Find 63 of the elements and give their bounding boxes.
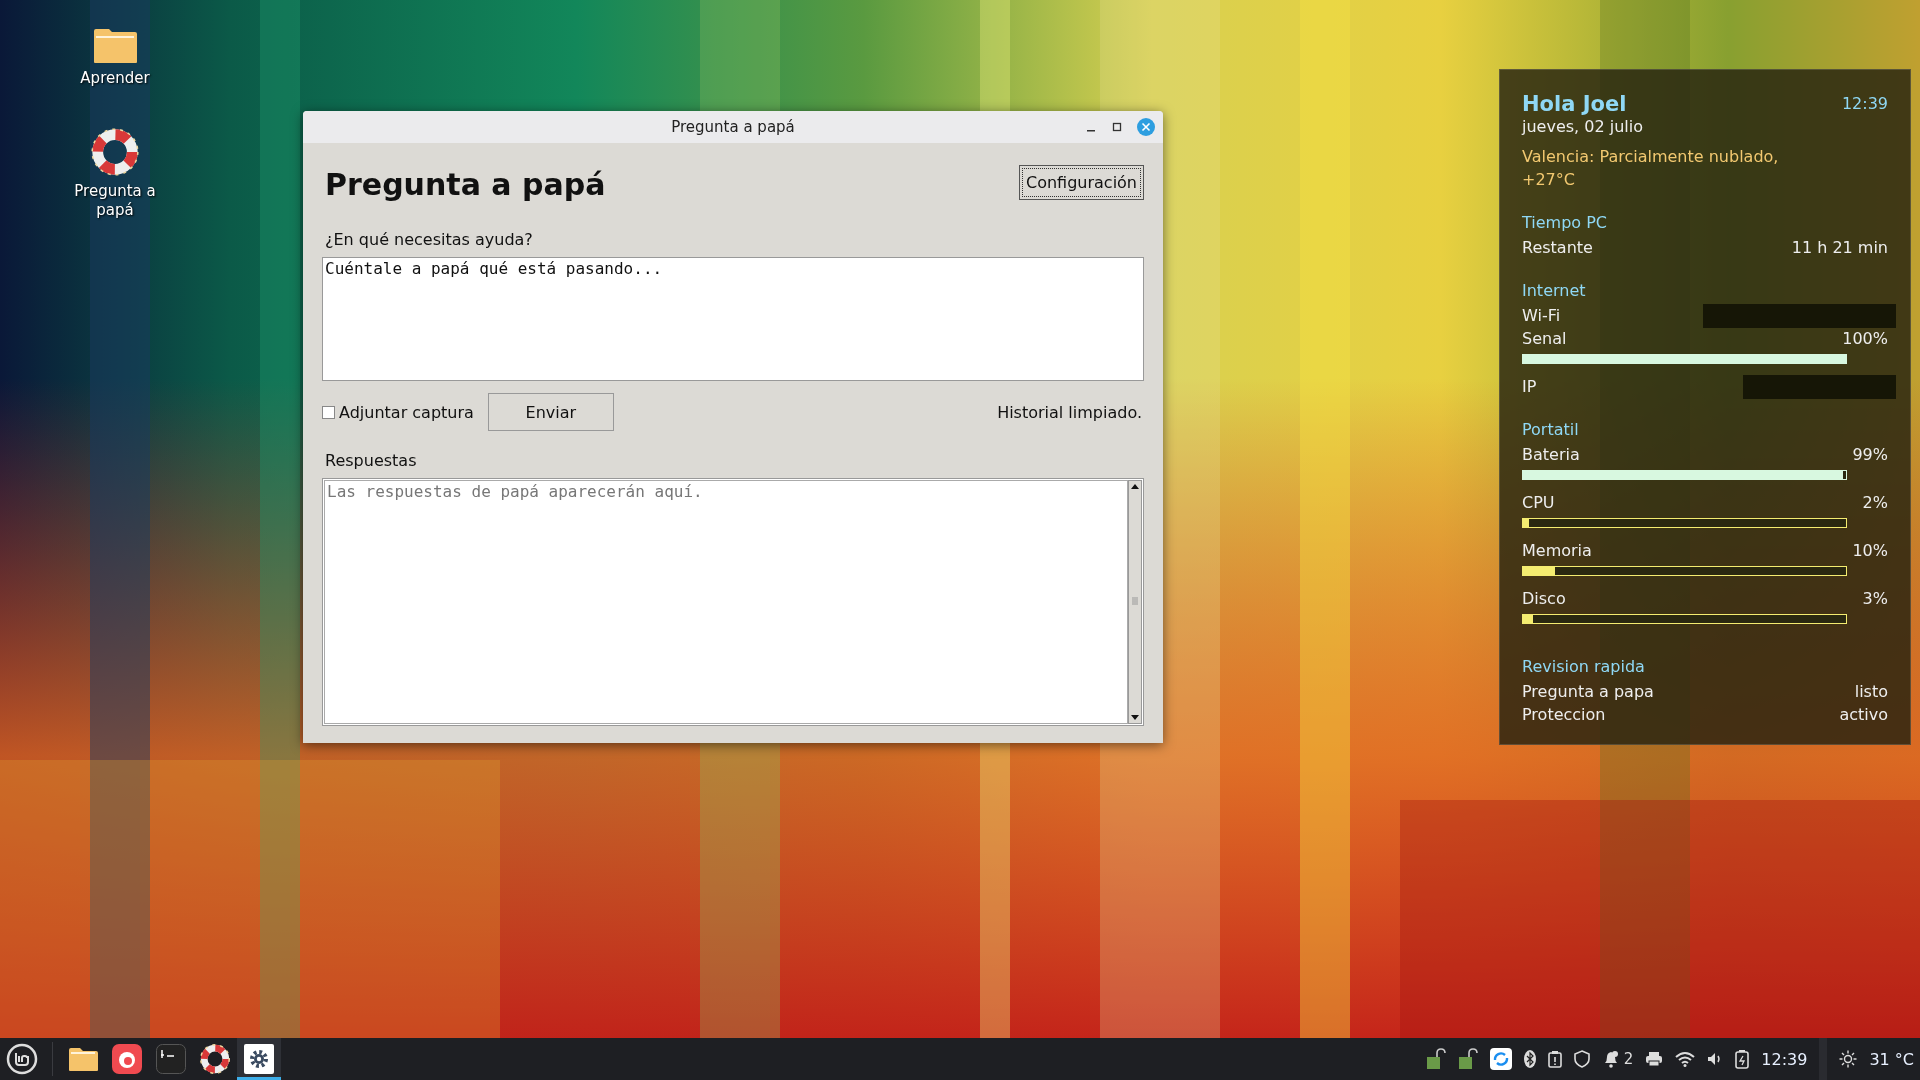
wifi-icon[interactable] [1675,1051,1696,1067]
stat-value: 3% [1862,589,1888,608]
app-heading: Pregunta a papá [325,167,606,202]
icon-label[interactable]: Aprender [65,69,165,88]
close-icon[interactable] [1137,118,1155,136]
answers-field[interactable]: Las respuestas de papá aparecerán aquí. [324,480,1128,724]
window-title: Pregunta a papá [671,118,795,136]
stat-label: Wi-Fi [1522,306,1561,325]
stat-value: 11 h 21 min [1791,238,1888,257]
taskbar-button[interactable] [237,1038,281,1080]
clock-text[interactable]: 12:39 [1761,1049,1808,1069]
field-label: Respuestas [325,451,418,470]
bluetooth-icon[interactable] [1523,1050,1536,1068]
stat-label: CPU [1522,493,1555,512]
scrollbar[interactable] [1128,480,1142,724]
menu-icon[interactable] [6,1043,38,1075]
section-title: Portatil [1522,420,1580,441]
stat-label: Disco [1522,589,1566,608]
notification-count: 2 [1623,1050,1634,1068]
lock-icon[interactable] [1457,1048,1478,1070]
weather-text: Valencia: Parcialmente nublado, +27°C [1522,146,1780,191]
section-title: Internet [1522,281,1587,302]
browser-icon[interactable] [112,1044,142,1074]
question-field[interactable]: Cuéntale a papá qué está pasando... [322,257,1144,381]
settings-button[interactable]: Configuración [1018,165,1144,200]
stat-label: Memoria [1522,541,1592,560]
stat-label: Senal [1522,329,1567,348]
folder-icon[interactable] [68,1047,98,1071]
field-label: ¿En qué necesitas ayuda? [325,230,534,249]
terminal-icon[interactable] [156,1044,186,1074]
stat-label: Bateria [1522,445,1580,464]
stat-value: 2% [1862,493,1888,512]
stat-value: 99% [1852,445,1888,464]
stat-label: Pregunta a papa [1522,682,1654,701]
shield-icon[interactable] [1573,1050,1590,1068]
battery-icon[interactable] [1735,1049,1750,1069]
clock-text: 12:39 [1841,94,1888,113]
send-button[interactable]: Enviar [487,393,614,431]
section-title: Revision rapida [1522,657,1646,678]
lifebuoy-icon[interactable] [200,1044,230,1074]
sync-icon[interactable] [1489,1048,1512,1070]
sun-icon[interactable] [1839,1050,1858,1068]
stat-value: 10% [1852,541,1888,560]
stat-value: activo [1839,705,1888,724]
stat-label: Restante [1522,238,1593,257]
printer-icon[interactable] [1645,1051,1664,1067]
settings-icon[interactable] [244,1044,274,1074]
section-title: Tiempo PC [1522,213,1608,234]
stat-label: IP [1522,377,1537,396]
stat-value: 100% [1842,329,1888,348]
stat-label: Proteccion [1522,705,1606,724]
icon-label[interactable]: Pregunta a papá [65,182,165,220]
status-text: Historial limpiado. [997,402,1142,422]
folder-icon[interactable] [93,28,137,63]
maximize-icon[interactable] [1111,121,1123,133]
attach-checkbox[interactable]: Adjuntar captura [322,402,474,422]
date-text: jueves, 02 julio [1522,117,1644,136]
greeting: Hola Joel [1522,91,1627,116]
lock-icon[interactable] [1425,1048,1446,1070]
clipboard-icon[interactable] [1547,1050,1562,1068]
lifebuoy-icon[interactable] [91,128,139,176]
weather-text[interactable]: 31 °C [1869,1049,1914,1069]
stat-value: listo [1854,682,1888,701]
